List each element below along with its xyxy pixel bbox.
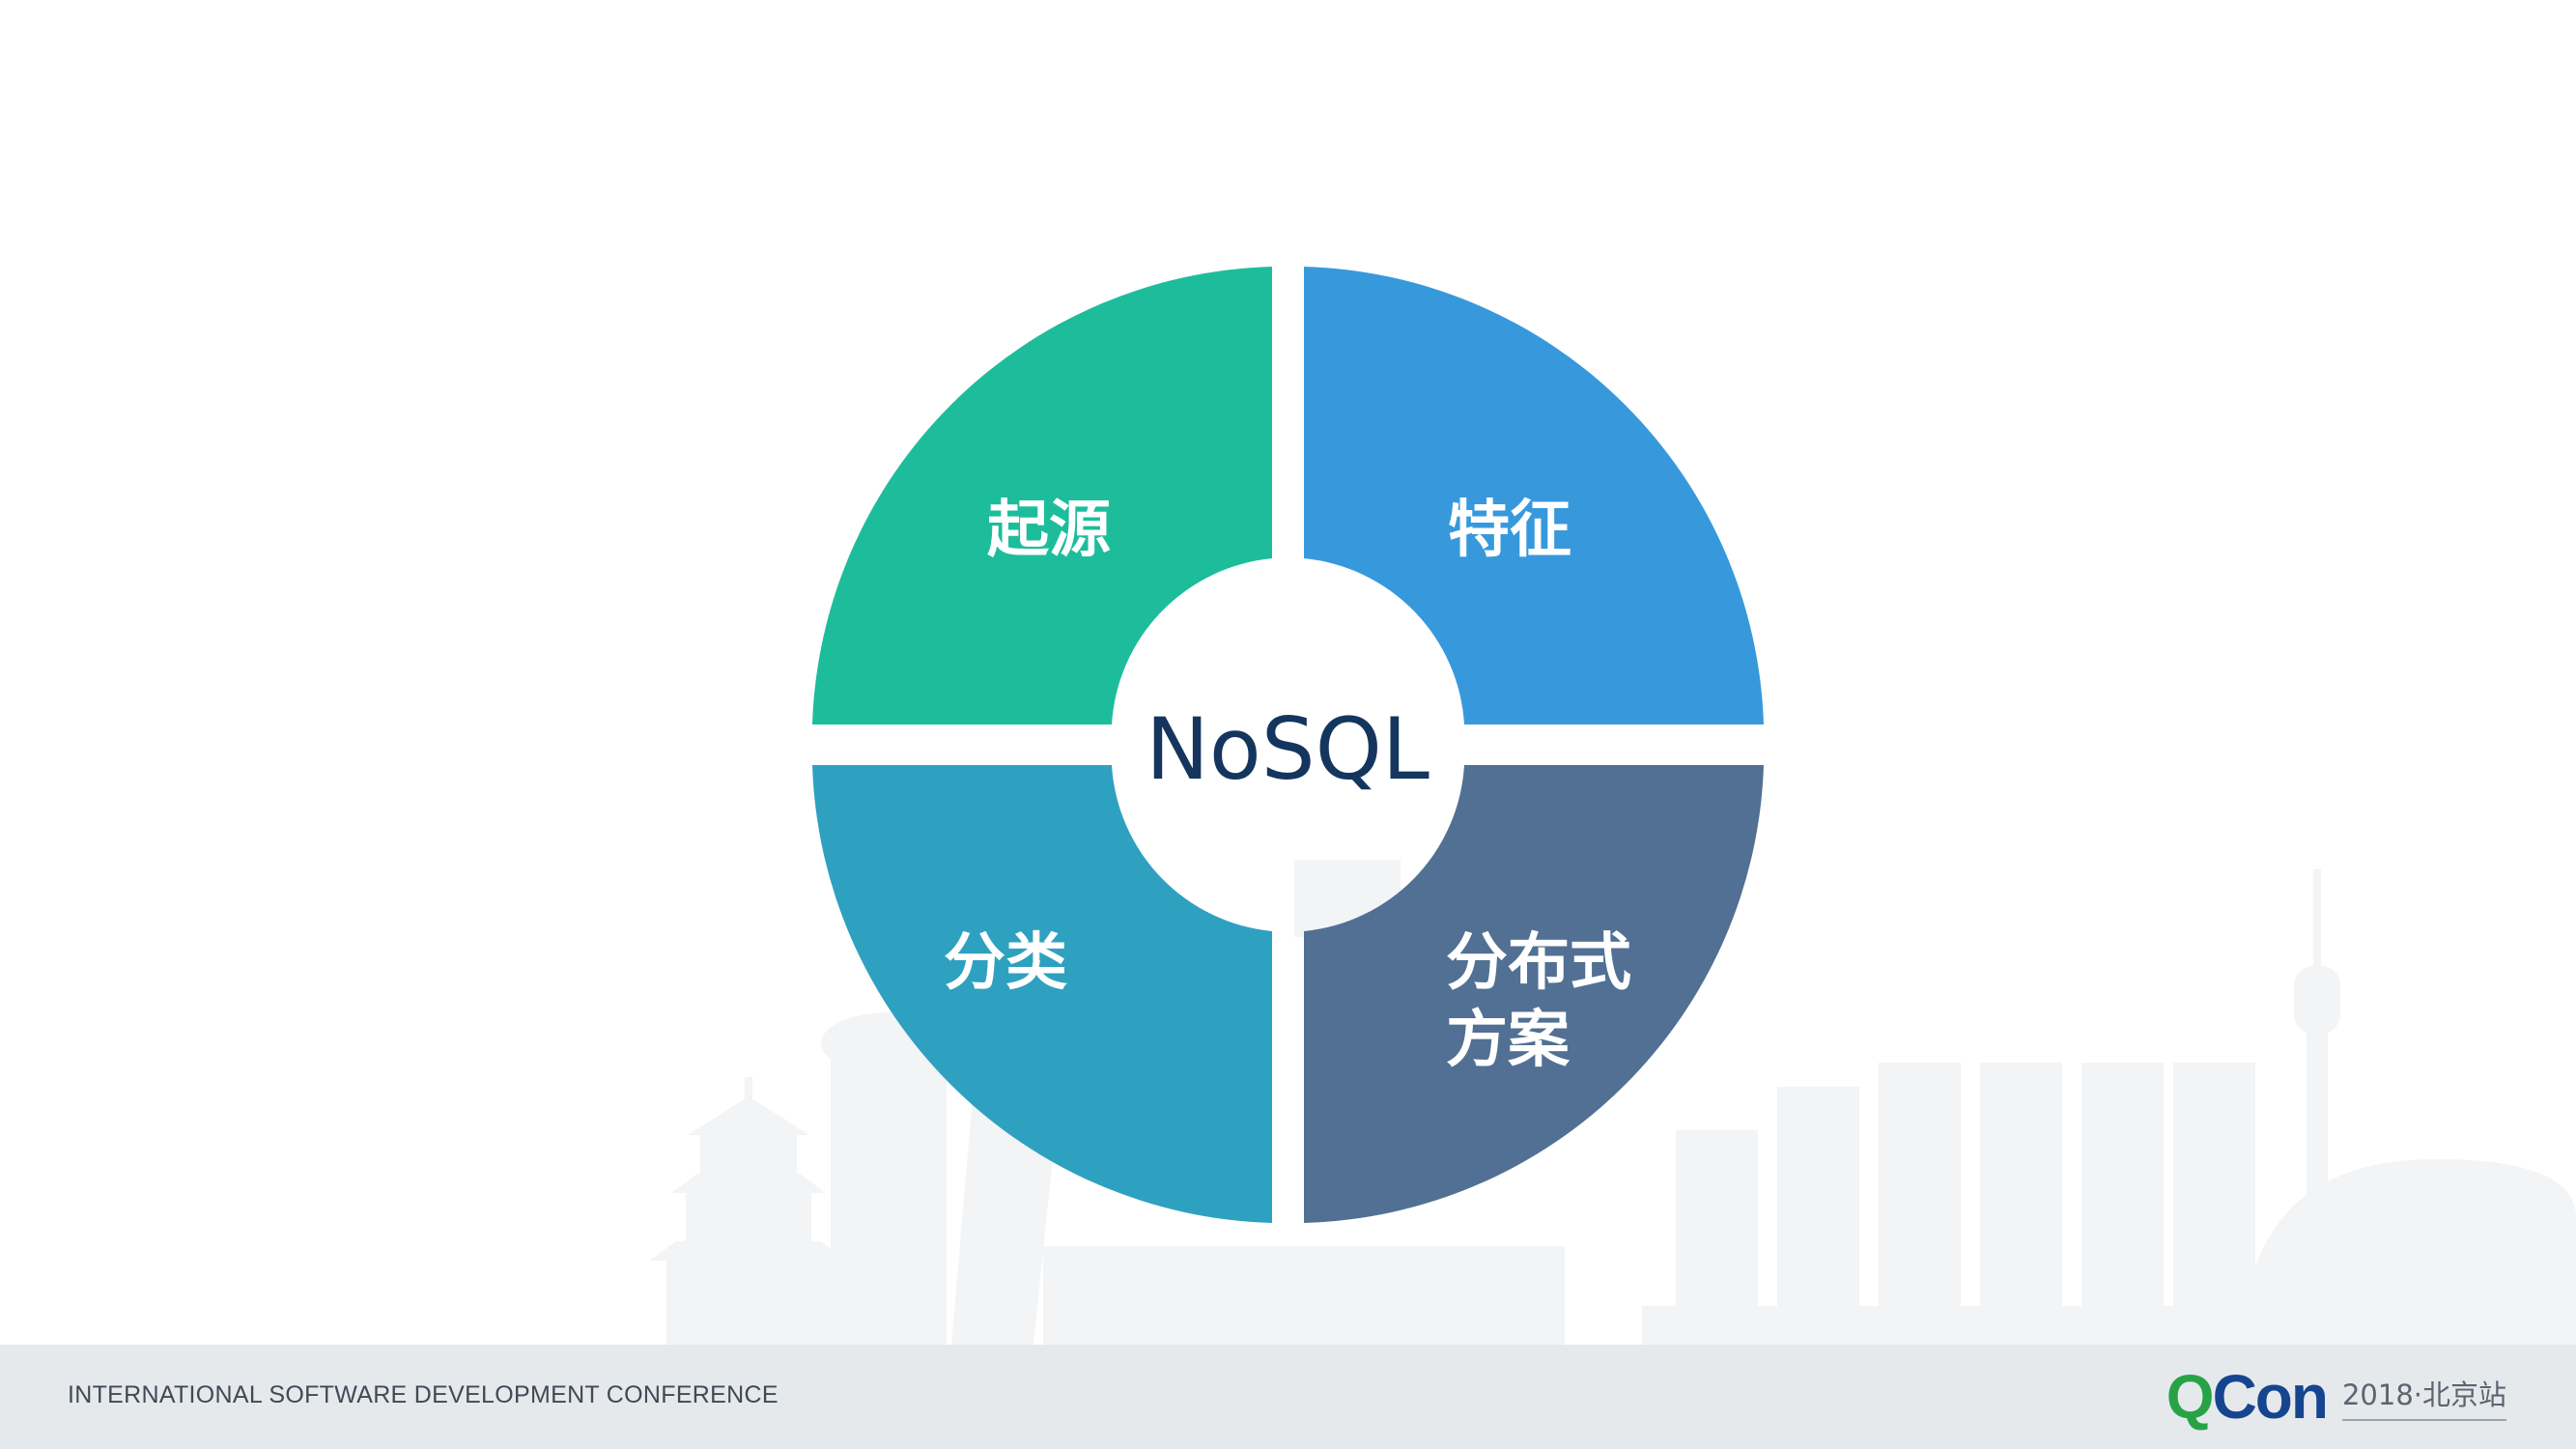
quadrant-label-top-right: 特征	[1448, 495, 1571, 566]
qcon-brand: Q Con 2018·北京站	[2166, 1364, 2506, 1430]
quadrant-label-bottom-left: 分类	[944, 927, 1067, 999]
qcon-logo-con: Con	[2212, 1362, 2329, 1432]
quadrant-label-bottom-right-line1: 分布式	[1446, 927, 1631, 999]
quadrant-label-top-left: 起源	[987, 495, 1111, 566]
quadrant-label-bottom-right-line2: 方案	[1446, 1005, 1571, 1076]
conference-name: INTERNATIONAL SOFTWARE DEVELOPMENT CONFE…	[68, 1381, 778, 1408]
qcon-logo-q: Q	[2166, 1362, 2215, 1432]
slide: 起源 特征 分类 分布式 方案 NoSQL INTERNATIONAL SOFT…	[0, 0, 2576, 1449]
nosql-quadrant-diagram: 起源 特征 分类 分布式 方案 NoSQL	[812, 267, 1764, 1223]
center-label: NoSQL	[1146, 699, 1430, 799]
edition-label: 2018·北京站	[2341, 1373, 2506, 1421]
footer-bar: INTERNATIONAL SOFTWARE DEVELOPMENT CONFE…	[0, 1345, 2576, 1449]
qcon-logo: Q Con	[2166, 1362, 2329, 1432]
